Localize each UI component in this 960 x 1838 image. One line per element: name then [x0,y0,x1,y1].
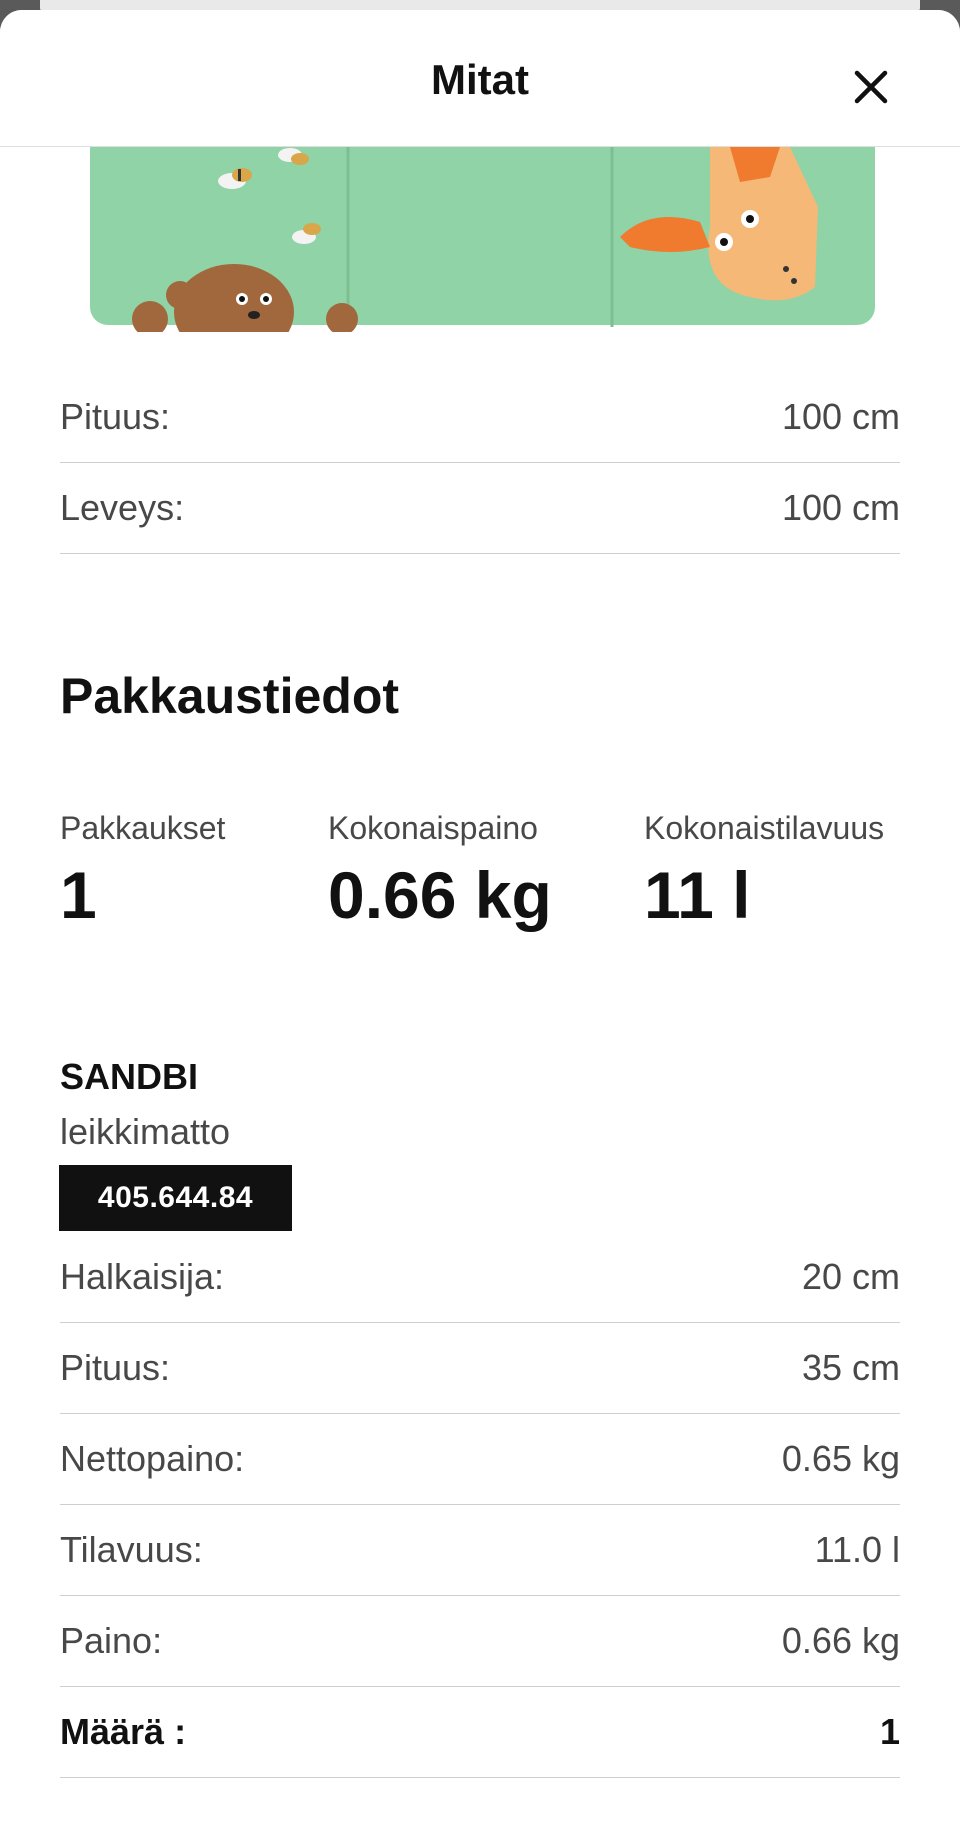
article-number-badge: 405.644.84 [59,1165,292,1231]
product-name: SANDBI [60,1056,199,1097]
dimension-row-width: Leveys: 100 cm [60,463,900,554]
total-volume-value: 11 l [644,858,751,932]
spec-value: 0.66 kg [781,1620,900,1661]
spec-row-diameter: Halkaisija: 20 cm [60,1232,900,1323]
spec-value: 11.0 l [814,1529,900,1570]
close-button[interactable] [846,62,896,112]
spec-label: Paino: [60,1620,163,1661]
packages-label: Pakkaukset [60,810,226,846]
spec-label: Pituus: [60,1347,171,1388]
spec-row-length: Pituus: 35 cm [60,1323,900,1414]
dimensions-list: Pituus: 100 cm Leveys: 100 cm [60,372,900,554]
dimensions-sheet: Mitat Pituus: 100 cm Leveys: 100 cm Pakk… [0,10,960,1838]
packaging-section-title: Pakkaustiedot [60,668,400,724]
packages-count: Pakkaukset 1 [60,810,225,933]
spec-row-weight: Paino: 0.66 kg [60,1596,900,1687]
product-description: leikkimatto [60,1111,231,1152]
spec-label: Tilavuus: [60,1529,203,1570]
dimension-label: Leveys: [60,487,185,528]
dimension-label: Pituus: [60,396,171,437]
spec-value: 35 cm [801,1347,900,1388]
sheet-title: Mitat [431,56,529,103]
total-volume-label: Kokonaistilavuus [644,810,885,846]
dimension-value: 100 cm [781,396,900,437]
total-weight: Kokonaispaino 0.66 kg [328,810,552,933]
spec-value: 20 cm [801,1256,900,1297]
spec-row-net-weight: Nettopaino: 0.65 kg [60,1414,900,1505]
dimension-row-length: Pituus: 100 cm [60,372,900,463]
product-specs-list: Halkaisija: 20 cm Pituus: 35 cm Nettopai… [60,1232,900,1778]
spec-value: 0.65 kg [781,1438,900,1479]
packages-value: 1 [60,858,97,932]
total-volume: Kokonaistilavuus 11 l [644,810,884,933]
quantity-value: 1 [879,1711,900,1752]
spec-row-quantity: Määrä : 1 [60,1687,900,1778]
product-image [90,147,875,332]
spec-label: Halkaisija: [60,1256,225,1297]
quantity-label: Määrä : [60,1711,187,1752]
dimension-value: 100 cm [781,487,900,528]
total-weight-label: Kokonaispaino [328,810,538,846]
close-icon [854,70,888,104]
sheet-header: Mitat [0,10,960,147]
spec-label: Nettopaino: [60,1438,245,1479]
spec-row-volume: Tilavuus: 11.0 l [60,1505,900,1596]
total-weight-value: 0.66 kg [328,858,552,932]
